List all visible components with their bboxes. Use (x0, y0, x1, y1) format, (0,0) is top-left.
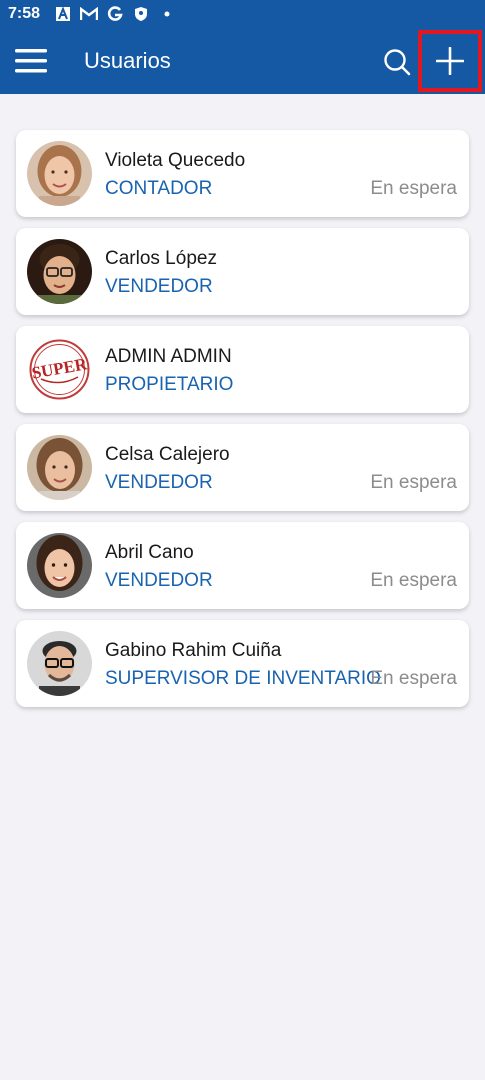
user-name: Gabino Rahim Cuiña (105, 640, 282, 661)
user-role: VENDEDOR (105, 570, 213, 591)
hamburger-icon (15, 49, 47, 73)
user-role: SUPERVISOR DE INVENTARIO (105, 668, 381, 689)
dot-icon (158, 5, 176, 23)
user-card[interactable]: Abril Cano VENDEDOR En espera (16, 522, 469, 609)
status-bar: 7:58 (0, 0, 485, 28)
user-name: Carlos López (105, 248, 217, 269)
page-title: Usuarios (84, 48, 171, 73)
super-logo: SUPER (27, 337, 92, 402)
user-card[interactable]: Carlos López VENDEDOR (16, 228, 469, 315)
add-user-button[interactable] (418, 30, 482, 92)
shield-icon (132, 5, 150, 23)
user-role: PROPIETARIO (105, 374, 234, 395)
user-role: VENDEDOR (105, 276, 213, 297)
gmail-icon (80, 5, 99, 23)
search-icon (384, 49, 411, 76)
avatar (27, 533, 92, 598)
app-bar: Usuarios (0, 28, 485, 94)
user-status: En espera (370, 472, 457, 493)
user-name: Celsa Calejero (105, 444, 230, 465)
avatar (27, 141, 92, 206)
user-card[interactable]: Violeta Quecedo CONTADOR En espera (16, 130, 469, 217)
avatar (27, 435, 92, 500)
user-name: Abril Cano (105, 542, 194, 563)
google-icon (106, 5, 124, 23)
user-name: ADMIN ADMIN (105, 346, 232, 367)
avatar: SUPER (27, 337, 92, 402)
plus-icon (436, 47, 464, 75)
user-name: Violeta Quecedo (105, 150, 246, 171)
menu-button[interactable] (15, 47, 47, 75)
user-card[interactable]: SUPER ADMIN ADMIN PROPIETARIO (16, 326, 469, 413)
a-box-icon (54, 5, 72, 23)
status-time: 7:58 (8, 5, 41, 22)
user-card[interactable]: Gabino Rahim Cuiña SUPERVISOR DE INVENTA… (16, 620, 469, 707)
user-status: En espera (370, 570, 457, 591)
user-list: Violeta Quecedo CONTADOR En espera Carlo… (16, 130, 469, 718)
avatar (27, 631, 92, 696)
user-role: VENDEDOR (105, 472, 213, 493)
avatar (27, 239, 92, 304)
user-status: En espera (370, 178, 457, 199)
user-status: En espera (370, 668, 457, 689)
user-role: CONTADOR (105, 178, 213, 199)
search-button[interactable] (382, 47, 412, 77)
user-card[interactable]: Celsa Calejero VENDEDOR En espera (16, 424, 469, 511)
